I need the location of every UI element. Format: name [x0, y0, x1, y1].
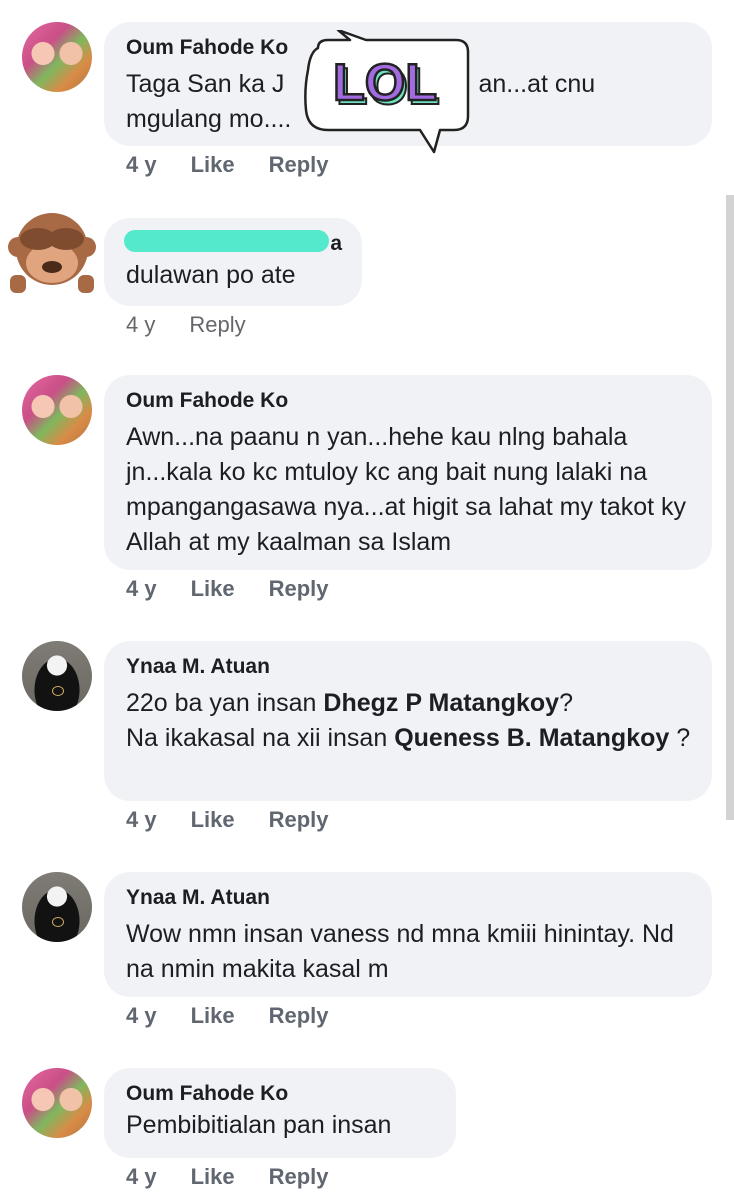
comment-author[interactable]: Oum Fahode Ko	[126, 1082, 436, 1106]
reply-button[interactable]: Reply	[269, 576, 329, 602]
comment-time[interactable]: 4 y	[126, 312, 155, 338]
scrollbar[interactable]	[726, 195, 734, 820]
reply-button[interactable]: Reply	[269, 152, 329, 178]
comment-time[interactable]: 4 y	[126, 152, 157, 178]
comment-time[interactable]: 4 y	[126, 1003, 157, 1029]
comment-author[interactable]: Ynaa M. Atuan	[126, 655, 692, 679]
reply-button[interactable]: Reply	[269, 1164, 329, 1190]
mention-link[interactable]: Dhegz P Matangkoy	[323, 689, 559, 717]
comment-meta: 4 y Like Reply	[126, 152, 363, 178]
avatar[interactable]	[22, 375, 92, 445]
see-no-evil-monkey-icon[interactable]	[8, 205, 96, 295]
comment-meta: 4 y Reply	[126, 312, 280, 338]
reply-button[interactable]: Reply	[189, 312, 245, 338]
comment-bubble[interactable]: Oum Fahode Ko Awn...na paanu n yan...heh…	[104, 375, 712, 570]
comment-meta: 4 y Like Reply	[126, 1003, 363, 1029]
reply-button[interactable]: Reply	[269, 1003, 329, 1029]
comment-text: Pembibitialan pan insan	[126, 1111, 392, 1139]
comment-bubble[interactable]: Ynaa M. Atuan Wow nmn insan vaness nd mn…	[104, 872, 712, 997]
comment-bubble[interactable]: a dulawan po ate	[104, 218, 362, 306]
comment-text: Wow nmn insan vaness nd mna kmiii hinint…	[126, 920, 674, 983]
like-button[interactable]: Like	[191, 1164, 235, 1190]
comment-meta: 4 y Like Reply	[126, 576, 363, 602]
mention-link[interactable]: Queness B. Matangkoy	[394, 724, 669, 752]
comment-bubble[interactable]: Ynaa M. Atuan 22o ba yan insan Dhegz P M…	[104, 641, 712, 801]
redacted-author-name	[124, 230, 329, 252]
comment-time[interactable]: 4 y	[126, 1164, 157, 1190]
avatar[interactable]	[22, 872, 92, 942]
like-button[interactable]: Like	[191, 807, 235, 833]
avatar[interactable]	[22, 641, 92, 711]
like-button[interactable]: Like	[191, 1003, 235, 1029]
avatar[interactable]	[22, 1068, 92, 1138]
comment-text: 22o ba yan insan Dhegz P Matangkoy? Na i…	[126, 689, 691, 752]
comment-author[interactable]: Oum Fahode Ko	[126, 389, 692, 413]
comment-text: Awn...na paanu n yan...hehe kau nlng bah…	[126, 423, 687, 556]
comment-text: dulawan po ate	[126, 261, 296, 289]
like-button[interactable]: Like	[191, 576, 235, 602]
lol-sticker: LOL LOL	[304, 30, 470, 154]
comment-meta: 4 y Like Reply	[126, 1164, 363, 1190]
comment-bubble[interactable]: Oum Fahode Ko Pembibitialan pan insan	[104, 1068, 456, 1158]
like-button[interactable]: Like	[191, 152, 235, 178]
comment-time[interactable]: 4 y	[126, 576, 157, 602]
avatar[interactable]	[22, 22, 92, 92]
comment-time[interactable]: 4 y	[126, 807, 157, 833]
comment-author[interactable]: Ynaa M. Atuan	[126, 886, 692, 910]
comment-meta: 4 y Like Reply	[126, 807, 363, 833]
reply-button[interactable]: Reply	[269, 807, 329, 833]
lol-sticker-label: LOL	[333, 54, 437, 112]
